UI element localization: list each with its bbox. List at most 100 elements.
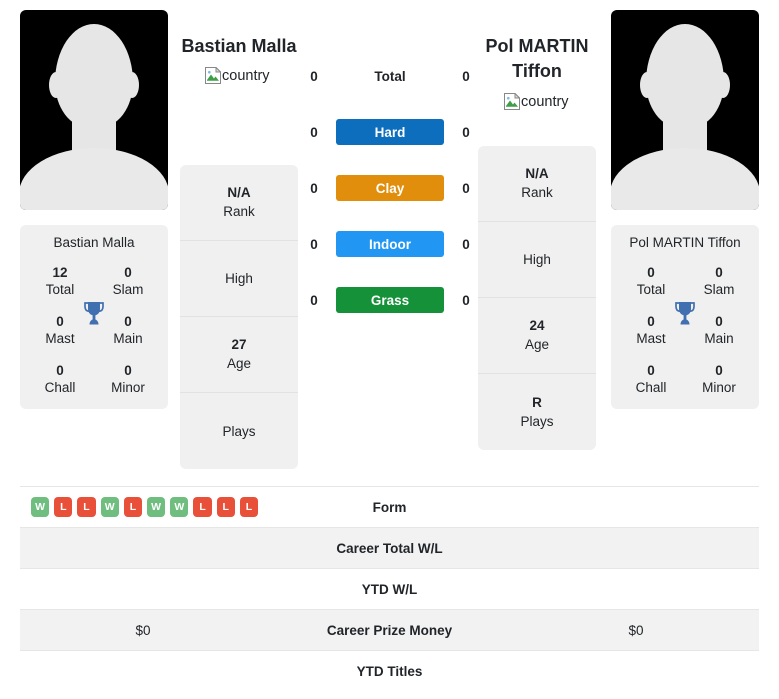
surface-row-total: 0 Total 0: [300, 62, 480, 90]
high-label-left: High: [225, 271, 253, 286]
surface-row-clay: 0 Clay 0: [300, 174, 480, 202]
player-name-right: Pol MARTIN Tiffon: [485, 36, 589, 81]
titles-slam-label-left: Slam: [112, 282, 144, 297]
country-flag-left: country: [205, 67, 270, 84]
row-label: YTD Titles: [356, 663, 423, 679]
rank-label-right: Rank: [521, 185, 553, 200]
surface-right-value-indoor: 0: [462, 236, 470, 252]
titles-minor-label-right: Minor: [702, 380, 736, 395]
form-badge-loss[interactable]: L: [193, 497, 212, 517]
row-label: YTD W/L: [361, 581, 418, 597]
titles-total-right: 0 Total: [617, 264, 685, 299]
avatar-head-icon: [646, 24, 724, 128]
rank-value-left: N/A: [227, 185, 251, 200]
row-left-value: [20, 569, 266, 610]
titles-slam-right: 0 Slam: [685, 264, 753, 299]
titles-slam-left: 0 Slam: [94, 264, 162, 299]
row-right-value: [513, 487, 759, 528]
titles-grid-right: 0 Total 0 Slam 0 Mast 0 Main 0 Chall 0 M…: [617, 264, 753, 397]
high-label-right: High: [523, 252, 551, 267]
titles-total-label-right: Total: [636, 282, 666, 297]
avatar-ear-right-icon: [125, 72, 139, 98]
surface-right-value-clay: 0: [462, 180, 470, 196]
info-row-high-left: High: [180, 241, 298, 317]
titles-chall-value-left: 0: [56, 363, 64, 378]
form-badge-loss[interactable]: L: [54, 497, 73, 517]
rank-label-left: Rank: [223, 204, 255, 219]
surface-left-value-grass: 0: [310, 292, 318, 308]
info-row-rank-left: N/A Rank: [180, 165, 298, 241]
age-value-left: 27: [231, 337, 247, 352]
titles-main-label-right: Main: [704, 331, 734, 346]
player-name-left: Bastian Malla: [181, 36, 297, 56]
row-label: Career Total W/L: [336, 540, 443, 556]
surface-badge-clay: Clay: [336, 175, 444, 201]
titles-chall-right: 0 Chall: [617, 362, 685, 397]
info-row-age-right: 24 Age: [478, 298, 596, 374]
trophy-icon: [675, 302, 695, 325]
row-right-value: [513, 569, 759, 610]
surface-right-value-grass: 0: [462, 292, 470, 308]
player-avatar-right: [611, 10, 759, 210]
titles-total-value-right: 0: [647, 265, 655, 280]
titles-total-left: 12 Total: [26, 264, 94, 299]
info-row-high-right: High: [478, 222, 596, 298]
titles-main-label-left: Main: [113, 331, 143, 346]
form-badge-loss[interactable]: L: [216, 497, 235, 517]
surface-badge-grass: Grass: [336, 287, 444, 313]
age-label-left: Age: [226, 356, 252, 371]
titles-grid-left: 12 Total 0 Slam 0 Mast 0 Main 0 Chall 0 …: [26, 264, 162, 397]
row-left-value: $0: [135, 622, 151, 638]
comparison-table: W L L W L W W L L L Form Career Total W/L YTD W/L $0 C…: [20, 486, 759, 692]
info-row-rank-right: N/A Rank: [478, 146, 596, 222]
surface-left-value-clay: 0: [310, 180, 318, 196]
player-titles-card-right: Pol MARTIN Tiffon 0 Total 0 Slam 0 Mast …: [611, 225, 759, 409]
surface-right-value-total: 0: [462, 68, 470, 84]
player-caption-left: Bastian Malla: [53, 235, 135, 250]
broken-image-icon: [205, 67, 221, 84]
table-row: YTD Titles: [20, 650, 759, 692]
avatar-head-icon: [55, 24, 133, 128]
surface-badge-total: Total: [374, 68, 406, 84]
surface-left-value-total: 0: [310, 68, 318, 84]
titles-minor-label-left: Minor: [111, 380, 145, 395]
player-photo-card-right: [611, 10, 759, 210]
row-right-value: [513, 651, 759, 692]
titles-chall-left: 0 Chall: [26, 362, 94, 397]
avatar-ear-left-icon: [49, 72, 63, 98]
player-info-panel-left: N/A Rank High 27 Age Plays: [180, 165, 298, 469]
form-badge-loss[interactable]: L: [123, 497, 143, 517]
info-row-plays-left: Plays: [180, 393, 298, 469]
surface-right-value-hard: 0: [462, 124, 470, 140]
titles-chall-label-right: Chall: [635, 380, 667, 395]
surface-comparison-column: 0 Total 0 0 Hard 0 0 Clay 0 0 Indoor 0 0 Grass 0: [300, 62, 480, 314]
player-info-panel-right: N/A Rank High 24 Age R Plays: [478, 146, 596, 450]
age-label-right: Age: [524, 337, 550, 352]
form-badge-loss[interactable]: L: [77, 497, 96, 517]
form-badge-win[interactable]: W: [147, 497, 166, 517]
trophy-icon: [84, 302, 104, 325]
plays-value-right: R: [532, 394, 542, 410]
country-alt-text-right: country: [521, 93, 569, 110]
surface-badge-indoor: Indoor: [336, 231, 444, 257]
titles-chall-label-left: Chall: [44, 380, 76, 395]
form-badge-win[interactable]: W: [170, 497, 189, 517]
titles-total-value-left: 12: [52, 265, 68, 280]
form-badge-loss[interactable]: L: [239, 497, 259, 517]
info-row-plays-right: R Plays: [478, 374, 596, 450]
table-row: YTD W/L: [20, 568, 759, 610]
rank-value-right: N/A: [525, 166, 549, 181]
plays-label-right: Plays: [520, 413, 554, 429]
row-right-value: [513, 528, 759, 569]
form-badge-win[interactable]: W: [100, 497, 119, 517]
avatar-ear-left-icon: [640, 72, 654, 98]
form-badge-win[interactable]: W: [31, 497, 50, 517]
surface-row-indoor: 0 Indoor 0: [300, 230, 480, 258]
row-left-value: WLLWLWWLLL: [20, 487, 266, 528]
player-titles-card-left: Bastian Malla 12 Total 0 Slam 0 Mast 0 M…: [20, 225, 168, 409]
titles-total-label-left: Total: [45, 282, 75, 297]
info-row-age-left: 27 Age: [180, 317, 298, 393]
row-label: Career Prize Money: [326, 622, 453, 638]
titles-mast-label-left: Mast: [45, 331, 75, 346]
avatar-body-icon: [20, 148, 168, 210]
